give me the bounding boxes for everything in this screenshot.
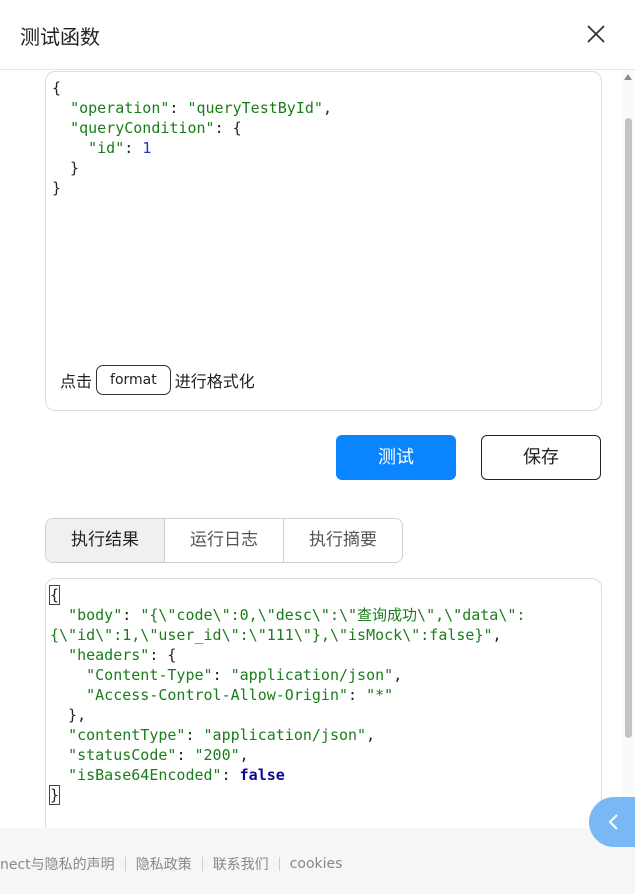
code-token: "isBase64Encoded": [68, 766, 222, 784]
code-line: }: [52, 158, 332, 178]
footer-link-cookies[interactable]: cookies: [290, 856, 343, 872]
tab-execution-summary[interactable]: 执行摘要: [284, 519, 402, 562]
code-line: "contentType": "application/json",: [50, 725, 525, 745]
code-token: "Content-Type": [86, 666, 213, 684]
code-line: "body": "{\"code\":0,\"desc\":\"查询成功\",\…: [50, 605, 525, 625]
code-token: "statusCode": [68, 746, 177, 764]
code-token: ,: [393, 666, 403, 684]
code-token: "Access-Control-Allow-Origin": [86, 686, 349, 704]
footer-divider: [201, 857, 203, 871]
code-line: },: [50, 705, 525, 725]
code-line: {: [48, 585, 525, 605]
code-token: ,: [239, 746, 249, 764]
code-token: "application/json": [203, 726, 367, 744]
code-token: }: [52, 159, 80, 177]
tab-run-log[interactable]: 运行日志: [165, 519, 284, 562]
request-json-editor[interactable]: { "operation": "queryTestById", "queryCo…: [45, 71, 602, 411]
code-token: }: [48, 785, 61, 805]
code-token: }: [52, 179, 62, 197]
code-token: "200": [194, 746, 240, 764]
collapse-panel-button[interactable]: [589, 797, 635, 847]
chevron-left-icon: [608, 814, 618, 830]
footer-link-privacy-statement[interactable]: nect与隐私的声明: [0, 854, 115, 874]
code-token: :: [221, 766, 240, 784]
code-token: :: [169, 99, 188, 117]
code-token: {: [48, 585, 61, 605]
code-line: {\"id\":1,\"user_id\":\"111\"},\"isMock\…: [50, 625, 525, 645]
code-line: "statusCode": "200",: [50, 745, 525, 765]
code-token: "operation": [70, 99, 170, 117]
code-token: :: [212, 666, 231, 684]
code-token: "id": [88, 139, 125, 157]
dialog-header: 测试函数: [0, 0, 635, 70]
code-token: },: [50, 706, 87, 724]
format-prefix-text: 点击: [60, 372, 93, 391]
scrollbar-thumb[interactable]: [625, 118, 632, 738]
code-token: :: [176, 746, 195, 764]
code-token: "{\"code\":0,\"desc\":\"查询成功\",\"data\":: [140, 606, 526, 624]
code-token: :: [124, 139, 143, 157]
footer-divider: [278, 857, 280, 871]
scroll-up-arrow-icon[interactable]: [624, 74, 632, 80]
code-token: ,: [322, 99, 332, 117]
code-line: "headers": {: [50, 645, 525, 665]
result-json-code: { "body": "{\"code\":0,\"desc\":\"查询成功\"…: [48, 585, 525, 805]
code-token: "queryTestById": [187, 99, 323, 117]
code-token: :: [185, 726, 204, 744]
code-token: {\"id\":1,\"user_id\":\"111\"},\"isMock\…: [50, 626, 493, 644]
code-token: "application/json": [230, 666, 394, 684]
code-token: {: [52, 79, 62, 97]
footer-link-privacy-policy[interactable]: 隐私政策: [136, 854, 192, 874]
code-token: :: [122, 606, 141, 624]
code-line: "Content-Type": "application/json",: [50, 665, 525, 685]
code-token: "*": [366, 686, 394, 704]
code-line: }: [48, 785, 525, 805]
test-button[interactable]: 测试: [336, 435, 456, 480]
close-icon[interactable]: [584, 22, 608, 46]
format-button[interactable]: format: [96, 365, 171, 395]
code-token: :: [348, 686, 367, 704]
format-suffix-text: 进行格式化: [174, 372, 255, 391]
code-token: ,: [492, 626, 502, 644]
code-token: "queryCondition": [70, 119, 215, 137]
footer-link-contact-us[interactable]: 联系我们: [213, 854, 269, 874]
code-token: ,: [366, 726, 376, 744]
footer-divider: [124, 857, 126, 871]
code-token: : {: [149, 646, 177, 664]
code-line: "queryCondition": {: [52, 118, 332, 138]
dialog-title: 测试函数: [20, 25, 100, 49]
request-json-code[interactable]: { "operation": "queryTestById", "queryCo…: [52, 78, 332, 198]
save-button[interactable]: 保存: [481, 435, 601, 480]
code-token: "contentType": [68, 726, 186, 744]
code-token: 1: [142, 139, 152, 157]
code-line: {: [52, 78, 332, 98]
code-token: "headers": [68, 646, 150, 664]
code-token: false: [239, 766, 285, 784]
code-token: : {: [214, 119, 242, 137]
result-tabs: 执行结果 运行日志 执行摘要: [45, 518, 403, 563]
code-line: "operation": "queryTestById",: [52, 98, 332, 118]
code-line: "id": 1: [52, 138, 332, 158]
format-hint: 点击 format 进行格式化: [60, 365, 255, 395]
result-json-panel: { "body": "{\"code\":0,\"desc\":\"查询成功\"…: [45, 578, 602, 840]
tab-execution-result[interactable]: 执行结果: [46, 519, 165, 562]
code-line: "isBase64Encoded": false: [50, 765, 525, 785]
code-line: }: [52, 178, 332, 198]
code-token: "body": [68, 606, 123, 624]
code-line: "Access-Control-Allow-Origin": "*": [50, 685, 525, 705]
footer: nect与隐私的声明 隐私政策 联系我们 cookies: [0, 828, 635, 894]
